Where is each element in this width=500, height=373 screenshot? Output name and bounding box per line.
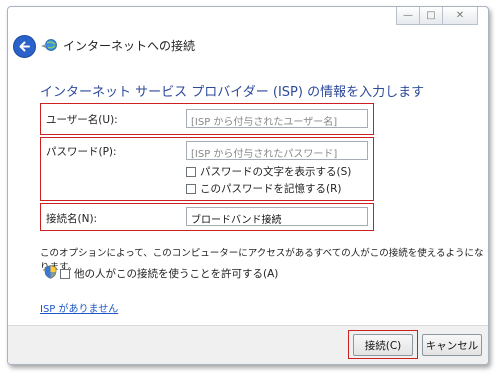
dialog-footer: 接続(C) キャンセル: [8, 325, 488, 364]
page-heading: インターネット サービス プロバイダー (ISP) の情報を入力します: [40, 85, 425, 100]
allow-others-label: 他の人がこの接続を使うことを許可する(A): [74, 268, 279, 280]
minimize-button[interactable]: —: [396, 7, 420, 25]
back-arrow-icon: [19, 41, 30, 52]
back-button[interactable]: [13, 35, 36, 58]
close-button[interactable]: ✕: [442, 7, 478, 25]
maximize-button[interactable]: □: [419, 7, 443, 25]
username-input[interactable]: [ISP から付与されたユーザー名]: [186, 109, 368, 128]
show-password-checkbox[interactable]: パスワードの文字を表示する(S): [186, 164, 351, 179]
username-label: ユーザー名(U):: [46, 114, 118, 126]
cancel-button[interactable]: キャンセル: [422, 334, 482, 356]
connect-button[interactable]: 接続(C): [353, 334, 413, 356]
show-password-label: パスワードの文字を表示する(S): [200, 166, 352, 178]
connect-to-internet-dialog: — □ ✕ インターネットへの接続 インターネット サービス プロバイダー (I…: [7, 6, 489, 365]
network-globe-icon: [41, 39, 57, 51]
uac-shield-icon: [44, 265, 57, 279]
password-label: パスワード(P):: [46, 146, 117, 158]
checkbox-box[interactable]: [186, 166, 196, 177]
checkbox-box[interactable]: [186, 183, 196, 194]
no-isp-link[interactable]: ISP がありません: [40, 300, 118, 315]
window-controls: — □ ✕: [396, 7, 478, 25]
password-input[interactable]: [ISP から付与されたパスワード]: [186, 141, 368, 160]
connection-name-input[interactable]: ブロードバンド接続: [186, 207, 368, 226]
allow-others-checkbox[interactable]: 他の人がこの接続を使うことを許可する(A): [60, 266, 278, 281]
connection-name-label: 接続名(N):: [46, 213, 98, 225]
remember-password-label: このパスワードを記憶する(R): [200, 183, 342, 195]
remember-password-checkbox[interactable]: このパスワードを記憶する(R): [186, 181, 342, 196]
window-title: インターネットへの接続: [63, 39, 196, 53]
checkbox-box[interactable]: [60, 268, 70, 279]
